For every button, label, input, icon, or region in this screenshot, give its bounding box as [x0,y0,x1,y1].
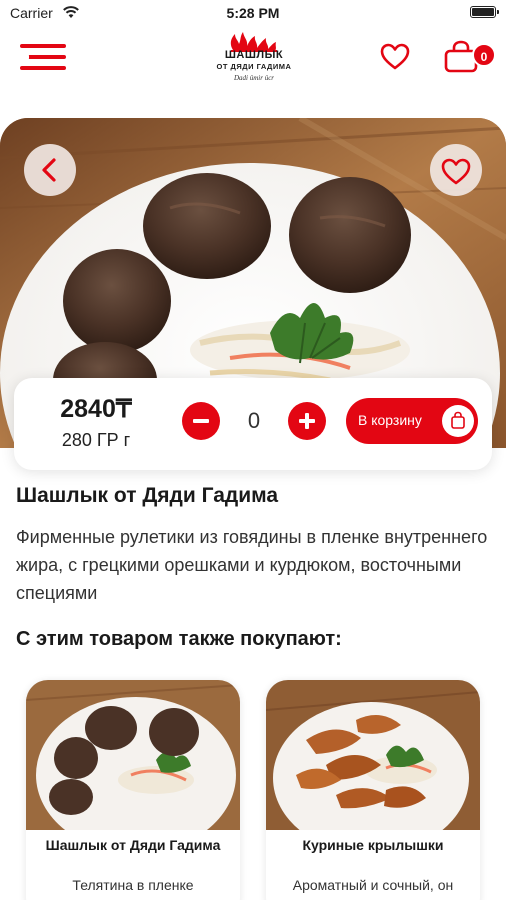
related-product-card[interactable]: Куриные крылышки Ароматный и сочный, он … [266,680,480,900]
related-product-image [266,680,480,830]
add-to-cart-button[interactable]: В корзину [346,398,478,444]
related-product-description: Ароматный и сочный, он приятно похрустыв… [292,877,454,900]
favorites-button[interactable] [379,41,411,73]
logo-line-2: ОТ ДЯДИ ГАДИМА [216,62,292,71]
chevron-left-icon [42,158,56,182]
product-title: Шашлык от Дяди Гадима [16,484,279,507]
heart-icon [380,43,410,70]
logo-tagline: Dadi ümir ücr [233,74,275,82]
logo-line-1: ШАШЛЫК [224,49,284,61]
increase-quantity-button[interactable] [288,402,326,440]
cart-button[interactable]: 0 [442,39,496,75]
status-bar: Carrier 5:28 PM [0,0,506,26]
quantity-value: 0 [247,408,261,433]
back-button[interactable] [24,144,76,196]
cart-count-badge: 0 [472,43,496,67]
brand-logo[interactable]: ШАШЛЫК ОТ ДЯДИ ГАДИМА Dadi ümir ücr [213,28,295,94]
purchase-panel: 2840₸ 280 ГР г 0 В корзину [14,378,492,470]
related-products-title: С этим товаром также покупают: [16,628,342,650]
menu-button[interactable] [17,42,66,72]
add-to-cart-label: В корзину [358,412,422,428]
product-price: 2840₸ [60,395,132,423]
related-product-name: Шашлык от Дяди Гадима [45,837,221,853]
product-description: Фирменные рулетики из говядины в пленке … [16,527,488,603]
battery-icon [470,6,499,18]
shopping-bag-icon [442,405,474,437]
related-product-card[interactable]: Шашлык от Дяди Гадима Телятина в пленке … [26,680,240,900]
product-weight: 280 ГР г [61,430,131,450]
related-product-description: Телятина в пленке внутреннего жира, орех… [52,877,214,900]
decrease-quantity-button[interactable] [182,402,220,440]
app-header: ШАШЛЫК ОТ ДЯДИ ГАДИМА Dadi ümir ücr 0 [0,26,506,100]
menu-icon [20,44,66,48]
related-product-image [26,680,240,830]
related-product-name: Куриные крылышки [302,837,444,853]
heart-icon [441,158,471,185]
add-to-favorites-button[interactable] [430,144,482,196]
clock: 5:28 PM [226,5,280,21]
